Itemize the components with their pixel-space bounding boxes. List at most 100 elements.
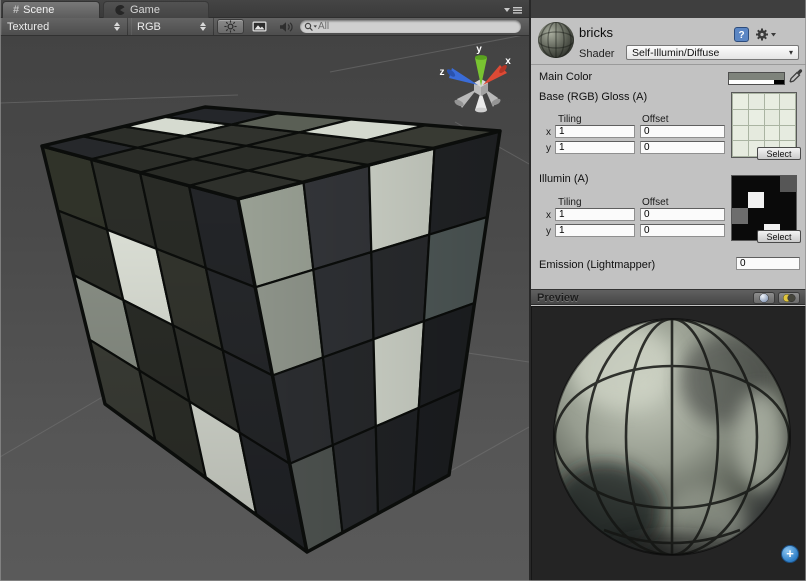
shader-dropdown[interactable]: Self-Illumin/Diffuse ▾ xyxy=(626,45,799,60)
draw-mode-value: Textured xyxy=(7,21,49,33)
illumin-y-label: y xyxy=(546,226,551,237)
help-icon[interactable]: ? xyxy=(734,27,749,42)
scene-tabbar: # Scene Game xyxy=(0,0,529,18)
orientation-gizmo[interactable]: y x z xyxy=(440,44,512,112)
scene-search-field[interactable] xyxy=(300,20,521,33)
emission-label: Emission (Lightmapper) xyxy=(539,259,655,271)
texture-cell xyxy=(732,192,748,208)
preview-viewport[interactable]: + xyxy=(531,306,806,581)
texture-cell xyxy=(764,208,780,224)
base-x-label: x xyxy=(546,127,551,138)
illumin-offset-x-input[interactable] xyxy=(640,208,725,221)
tab-game[interactable]: Game xyxy=(103,1,209,18)
main-color-swatch[interactable] xyxy=(728,72,785,85)
base-tiling-label: Tiling xyxy=(558,114,582,125)
search-input[interactable] xyxy=(318,21,488,32)
shader-label: Shader xyxy=(579,48,614,60)
lighting-toggle-button[interactable] xyxy=(217,19,244,34)
texture-cell xyxy=(765,110,780,125)
texture-cell xyxy=(733,94,748,109)
tab-scene[interactable]: # Scene xyxy=(2,1,100,18)
texture-cell xyxy=(733,141,748,156)
color-alpha-strip xyxy=(729,80,784,84)
base-tiling-x-input[interactable] xyxy=(555,125,635,138)
preview-sphere-render xyxy=(532,307,805,580)
gear-icon[interactable] xyxy=(755,27,777,42)
texture-cell xyxy=(780,192,796,208)
main-color-label: Main Color xyxy=(539,71,592,83)
texture-cell xyxy=(749,126,764,141)
dropdown-arrow-icon: ▾ xyxy=(789,48,793,57)
illumin-label: Illumin (A) xyxy=(539,173,589,185)
skybox-toggle-button[interactable] xyxy=(246,19,272,34)
texture-cell xyxy=(764,176,780,192)
scene-viewport[interactable]: y x z xyxy=(0,36,529,581)
color-mode-dropdown[interactable]: RGB xyxy=(131,18,214,35)
base-gloss-label: Base (RGB) Gloss (A) xyxy=(539,91,647,103)
shader-value: Self-Illumin/Diffuse xyxy=(632,47,719,59)
texture-cell xyxy=(780,176,796,192)
base-offset-y-input[interactable] xyxy=(640,141,725,154)
scene-toolbar: Textured RGB xyxy=(0,18,529,36)
texture-cell xyxy=(765,94,780,109)
illumin-x-label: x xyxy=(546,210,551,221)
tab-scene-label: Scene xyxy=(23,4,54,16)
two-circles-icon xyxy=(782,293,796,303)
preview-lighting-button[interactable] xyxy=(778,292,800,304)
header-divider xyxy=(531,64,806,65)
draw-mode-dropdown[interactable]: Textured xyxy=(1,18,128,35)
illumin-offset-label: Offset xyxy=(642,197,669,208)
base-offset-x-input[interactable] xyxy=(640,125,725,138)
texture-cell xyxy=(780,126,795,141)
texture-cell xyxy=(732,176,748,192)
audio-toggle-button[interactable] xyxy=(273,19,299,34)
texture-cell xyxy=(780,208,796,224)
image-icon xyxy=(252,21,267,32)
base-y-label: y xyxy=(546,143,551,154)
texture-cell xyxy=(732,208,748,224)
illumin-tiling-y-input[interactable] xyxy=(555,224,635,237)
gizmo-y-label: y xyxy=(476,44,482,55)
tab-game-label: Game xyxy=(130,4,160,16)
unity-window: # Scene Game Textured RGB xyxy=(0,0,806,581)
inspector-panel: i Inspector xyxy=(531,0,806,581)
texture-cell xyxy=(732,224,748,240)
gizmo-y-axis-base xyxy=(475,55,487,60)
texture-cell xyxy=(733,110,748,125)
base-select-button[interactable]: Select xyxy=(757,147,801,160)
inspector-body: bricks Shader Self-Illumin/Diffuse ▾ ? xyxy=(531,18,806,581)
color-alpha-bar-white xyxy=(729,80,774,84)
texture-cell xyxy=(764,192,780,208)
preview-title: Preview xyxy=(537,292,579,304)
texture-cell xyxy=(780,94,795,109)
cube-cell-right xyxy=(376,408,419,514)
color-mode-value: RGB xyxy=(137,21,161,33)
texture-cell xyxy=(749,94,764,109)
illumin-select-button[interactable]: Select xyxy=(757,230,801,243)
base-tiling-y-input[interactable] xyxy=(555,141,635,154)
scene-pane-menu-icon[interactable] xyxy=(503,5,523,15)
texture-cell xyxy=(749,110,764,125)
cube-cell-right xyxy=(424,217,487,321)
emission-input[interactable] xyxy=(736,257,800,270)
gizmo-cone-negy-base xyxy=(475,108,487,113)
material-sphere-thumbnail xyxy=(536,20,576,60)
game-icon xyxy=(114,4,126,16)
illumin-offset-y-input[interactable] xyxy=(640,224,725,237)
texture-cell xyxy=(733,126,748,141)
texture-cell xyxy=(748,208,764,224)
illumin-tiling-x-input[interactable] xyxy=(555,208,635,221)
sun-icon xyxy=(224,20,237,33)
speaker-icon xyxy=(279,21,294,33)
textured-cube-object[interactable] xyxy=(42,107,500,552)
preview-header[interactable]: Preview xyxy=(531,289,806,305)
add-button[interactable]: + xyxy=(781,545,799,563)
sphere-icon xyxy=(759,293,769,303)
grid-line xyxy=(0,95,238,103)
search-icon xyxy=(304,22,318,32)
gizmo-z-label: z xyxy=(440,67,445,78)
scene-grid-icon: # xyxy=(13,4,19,16)
eyedropper-icon[interactable] xyxy=(789,68,803,85)
window-edge-left xyxy=(0,0,1,581)
preview-sphere-button[interactable] xyxy=(753,292,775,304)
